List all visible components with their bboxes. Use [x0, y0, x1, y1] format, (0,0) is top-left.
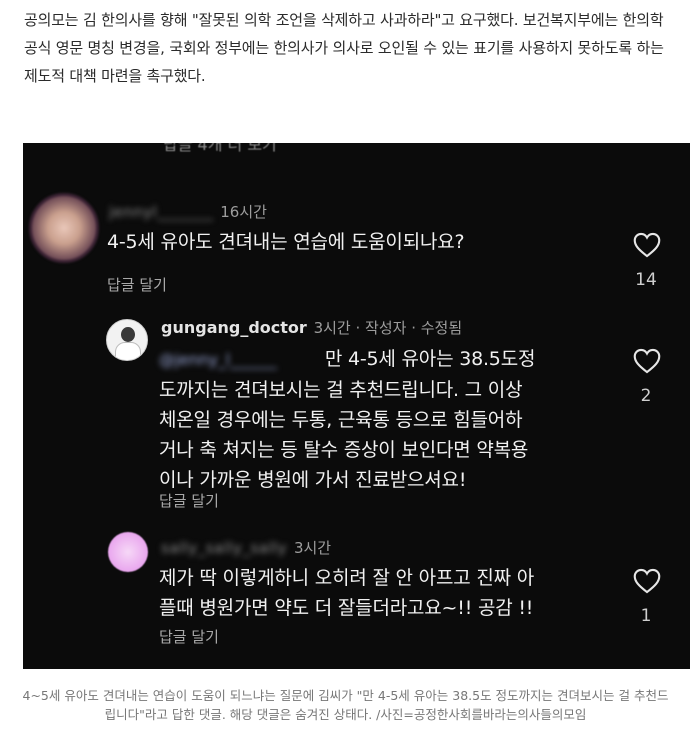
- comment-text: 4-5세 유아도 견뎌내는 연습에 도움이되나요?: [107, 231, 465, 253]
- avatar[interactable]: [29, 193, 99, 263]
- like-count: 14: [635, 270, 657, 290]
- heart-icon[interactable]: [633, 568, 661, 594]
- reply-button[interactable]: 답글 달기: [159, 626, 219, 647]
- timestamp: 3시간: [293, 539, 332, 557]
- more-replies-text[interactable]: 답글 4개 더 보기: [163, 143, 277, 155]
- heart-icon[interactable]: [633, 348, 661, 374]
- like-count: 1: [640, 606, 652, 626]
- reply-button[interactable]: 답글 달기: [159, 490, 219, 511]
- username[interactable]: gungang_doctor: [161, 318, 307, 337]
- mention-link[interactable]: @jenny_l______: [159, 345, 319, 375]
- article-intro-paragraph: 공의모는 김 한의사를 향해 "잘못된 의학 조언을 삭제하고 사과하라"고 요…: [24, 11, 664, 85]
- comment-header: sally_sally_sally 3시간: [161, 537, 331, 558]
- avatar[interactable]: [106, 319, 148, 361]
- like-count: 2: [640, 386, 652, 406]
- comment-meta: 3시간 · 작성자 · 수정됨: [313, 319, 463, 337]
- image-caption: 4~5세 유아도 견뎌내는 연습이 도움이 되느냐는 질문에 김씨가 "만 4-…: [22, 688, 669, 722]
- timestamp: 16시간: [220, 203, 267, 221]
- username[interactable]: jennyl_______: [109, 203, 213, 221]
- username[interactable]: sally_sally_sally: [161, 539, 287, 557]
- comment-header: gungang_doctor 3시간 · 작성자 · 수정됨: [161, 317, 462, 338]
- comment-thread-screenshot: 답글 4개 더 보기 jennyl_______ 16시간 4-5세 유아도 견…: [23, 143, 690, 669]
- comment-text: 제가 딱 이렇게하니 오히려 잘 안 아프고 진짜 아 플때 병원가면 약도 더…: [159, 567, 535, 619]
- avatar[interactable]: [108, 532, 148, 572]
- heart-icon[interactable]: [633, 232, 661, 258]
- reply-button[interactable]: 답글 달기: [107, 274, 167, 295]
- comment-header: jennyl_______ 16시간: [109, 201, 267, 222]
- comment-text: @jenny_l______ 만 4-5세 유아는 38.5도정 도까지는 견뎌…: [159, 344, 535, 495]
